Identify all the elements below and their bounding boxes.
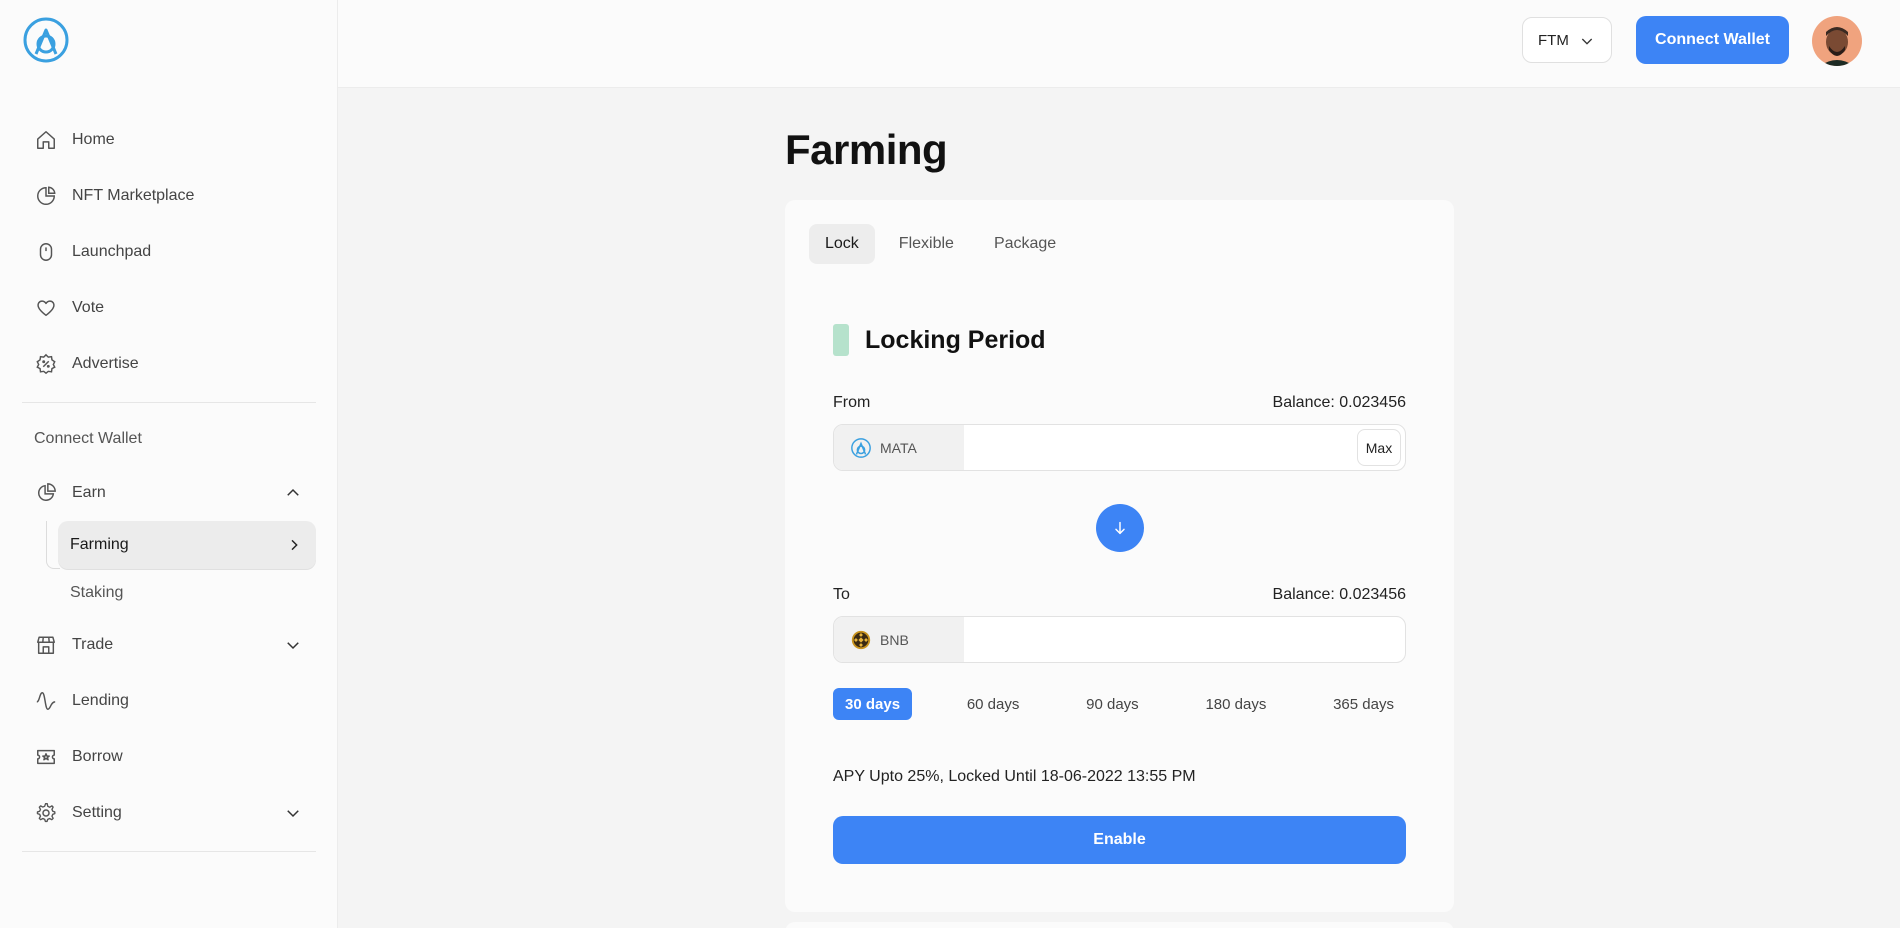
max-button[interactable]: Max xyxy=(1357,429,1401,466)
from-amount-field: MATA Max xyxy=(833,424,1406,471)
from-label: From xyxy=(833,394,871,411)
from-token-selector[interactable]: MATA xyxy=(834,425,964,470)
period-365-days[interactable]: 365 days xyxy=(1321,688,1406,720)
discount-badge-icon xyxy=(34,352,58,376)
lock-period-options: 30 days 60 days 90 days 180 days 365 day… xyxy=(833,688,1406,720)
connect-wallet-button[interactable]: Connect Wallet xyxy=(1636,16,1789,64)
sidebar-item-borrow[interactable]: Borrow xyxy=(22,729,316,785)
sidebar-subitem-label: Staking xyxy=(70,584,124,601)
next-card-edge xyxy=(785,922,1454,928)
chevron-right-icon xyxy=(291,539,298,551)
arrow-down-icon xyxy=(1115,521,1125,535)
tab-lock[interactable]: Lock xyxy=(809,224,875,264)
activity-icon xyxy=(34,689,58,713)
farming-card: Lock Flexible Package Locking Period Fro… xyxy=(785,200,1454,912)
avatar[interactable] xyxy=(1812,16,1862,66)
period-180-days[interactable]: 180 days xyxy=(1193,688,1278,720)
mata-token-icon xyxy=(851,437,871,458)
tab-flexible[interactable]: Flexible xyxy=(883,224,970,264)
store-icon xyxy=(34,633,58,657)
enable-button[interactable]: Enable xyxy=(833,816,1406,864)
chevron-down-icon xyxy=(1581,38,1593,45)
chevron-up-icon[interactable] xyxy=(284,484,302,502)
home-icon xyxy=(34,128,58,152)
network-select[interactable]: FTM xyxy=(1522,17,1612,63)
period-60-days[interactable]: 60 days xyxy=(955,688,1032,720)
sidebar-divider xyxy=(22,851,316,852)
sidebar-subitem-label: Farming xyxy=(70,536,129,553)
sidebar-item-label: Earn xyxy=(72,484,106,501)
apy-info: APY Upto 25%, Locked Until 18-06-2022 13… xyxy=(833,768,1196,785)
sidebar: Home NFT Marketplace Launchpad Vote Adve… xyxy=(0,0,338,928)
farming-tabs: Lock Flexible Package xyxy=(809,224,1072,264)
tree-line xyxy=(46,521,60,569)
sidebar-item-label: Borrow xyxy=(72,748,123,765)
sidebar-item-lending[interactable]: Lending xyxy=(22,673,316,729)
period-30-days[interactable]: 30 days xyxy=(833,688,913,720)
sidebar-item-launchpad[interactable]: Launchpad xyxy=(22,224,316,280)
sidebar-subitem-farming[interactable]: Farming xyxy=(58,521,316,569)
page-title: Farming xyxy=(785,126,948,173)
gear-icon xyxy=(34,801,58,825)
sidebar-item-label: Launchpad xyxy=(72,243,152,260)
sidebar-item-vote[interactable]: Vote xyxy=(22,280,316,336)
sidebar-item-setting[interactable]: Setting xyxy=(22,785,316,841)
sidebar-item-label: Home xyxy=(72,131,115,148)
sidebar-item-home[interactable]: Home xyxy=(22,112,316,168)
period-90-days[interactable]: 90 days xyxy=(1074,688,1151,720)
network-select-value: FTM xyxy=(1538,31,1569,49)
sidebar-item-earn[interactable]: Earn xyxy=(22,465,316,521)
sidebar-item-label: Trade xyxy=(72,636,114,653)
logo-icon[interactable] xyxy=(22,16,70,64)
sidebar-item-label: Lending xyxy=(72,692,129,709)
sidebar-item-label: NFT Marketplace xyxy=(72,187,195,204)
tab-package[interactable]: Package xyxy=(978,224,1072,264)
section-title: Locking Period xyxy=(865,326,1046,354)
swap-direction-button[interactable] xyxy=(1096,504,1144,552)
to-token-symbol: BNB xyxy=(880,631,909,648)
to-label: To xyxy=(833,586,850,603)
sidebar-item-nft-marketplace[interactable]: NFT Marketplace xyxy=(22,168,316,224)
sidebar-item-label: Setting xyxy=(72,804,122,821)
sidebar-item-label: Vote xyxy=(72,299,105,316)
earn-submenu: Farming Staking xyxy=(46,521,316,617)
bnb-token-icon xyxy=(851,630,871,649)
chevron-down-icon[interactable] xyxy=(284,636,302,654)
mouse-icon xyxy=(34,240,58,264)
sidebar-section-label: Connect Wallet xyxy=(34,430,142,447)
to-token-selector[interactable]: BNB xyxy=(834,617,964,662)
from-token-symbol: MATA xyxy=(880,439,917,456)
section-marker xyxy=(833,324,849,356)
from-balance: Balance: 0.023456 xyxy=(1272,394,1406,411)
chevron-down-icon[interactable] xyxy=(284,804,302,822)
ticket-icon xyxy=(34,745,58,769)
sidebar-item-advertise[interactable]: Advertise xyxy=(22,336,316,392)
to-amount-field: BNB xyxy=(833,616,1406,663)
sidebar-item-label: Advertise xyxy=(72,355,139,372)
sidebar-subitem-staking[interactable]: Staking xyxy=(58,569,316,617)
to-balance: Balance: 0.023456 xyxy=(1272,586,1406,603)
sidebar-item-trade[interactable]: Trade xyxy=(22,617,316,673)
pie-chart-icon xyxy=(34,481,58,505)
heart-icon xyxy=(34,296,58,320)
pie-chart-icon xyxy=(34,184,58,208)
sidebar-nav: Home NFT Marketplace Launchpad Vote Adve… xyxy=(22,112,316,862)
sidebar-divider xyxy=(22,402,316,403)
